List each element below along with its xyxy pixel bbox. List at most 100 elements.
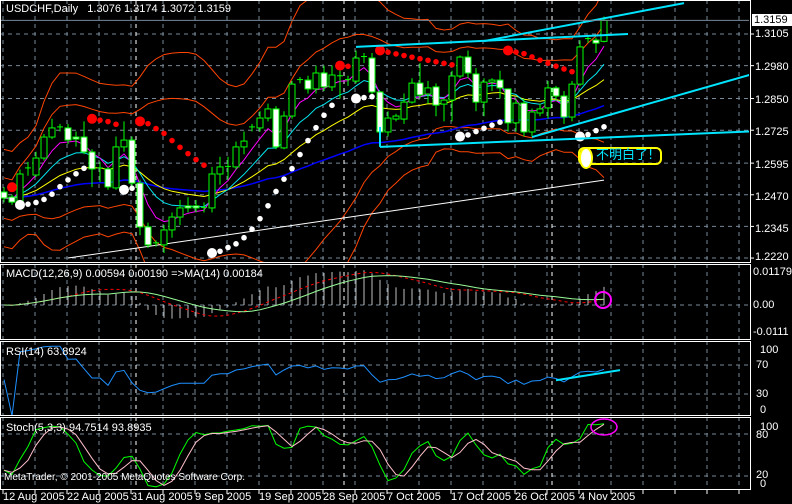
candle [32,151,40,178]
parabolic-sar-dot-down [553,63,559,69]
candle-body-bull [448,75,456,101]
candle [1,187,8,203]
parabolic-sar-dot-up [313,124,319,131]
candle [312,65,320,94]
candle [280,111,288,150]
parabolic-sar-dot-up [49,191,55,198]
parabolic-sar-dot-up [41,196,47,203]
parabolic-sar-dot-down [97,117,103,123]
candle-body-bull [208,173,216,209]
candle [361,52,367,64]
candle [48,118,56,140]
macd-tick: 0.00 [753,299,775,311]
annotation-oval-icon [579,147,593,169]
candle-body-bull [456,56,464,77]
parabolic-sar-dot-down [503,45,513,56]
parabolic-sar-dot-up [289,165,295,172]
date-label: 19 Sep 2005 [259,491,322,503]
moving-average-cyan [3,63,605,208]
parabolic-sar-dot-up [233,241,239,247]
ohlc-readout: 1.3076 1.3174 1.3072 1.3159 [87,3,232,15]
candle [504,88,512,132]
candle-body-bull [352,57,360,82]
candle [25,161,31,176]
candle-body-bull [216,166,224,175]
candle [112,136,120,190]
parabolic-sar-dot-up [575,131,585,142]
copyright-watermark: MetaTrader, © 2001-2005 MetaQuotes Softw… [4,472,246,483]
parabolic-sar-dot-up [369,93,375,100]
candle-body-bear [192,205,200,209]
candle [16,169,24,205]
rsi-tick: 100 [760,344,779,356]
symbol-timeframe: USDCHF,Daily [6,3,79,15]
main-frame [0,0,751,263]
candle [320,65,328,91]
parabolic-sar-dot-up [33,199,39,206]
candle-body-bear [368,57,376,93]
parabolic-sar-dot-up [129,185,135,192]
parabolic-sar-dot-up [361,94,367,101]
candle [464,50,472,79]
candle-body-bull [288,83,296,117]
parabolic-sar-dot-up [265,202,271,209]
candle-body-bull [32,157,40,176]
parabolic-sar-dot-up [455,131,465,142]
candle [400,93,408,124]
price-tick: 1.2220 [755,251,789,263]
parabolic-sar-dot-up [225,244,231,251]
candle [536,103,544,117]
parabolic-sar-dot-down [185,150,191,157]
candle-body-bull [528,111,536,133]
annotation-text: 不明白了! [596,148,654,163]
text-annotation[interactable]: 不明白了! [578,147,662,169]
parabolic-sar-dot-up [329,102,335,109]
parabolic-sar-dot-up [15,199,25,210]
candle [97,161,103,183]
parabolic-sar-dot-down [433,59,439,65]
candle-body-bull [424,87,432,95]
candle-body-bull [16,173,24,203]
candle [496,70,504,99]
date-label: 22 Aug 2005 [67,491,129,503]
candle [576,40,584,86]
parabolic-sar-dot-up [281,176,287,182]
parabolic-sar-dot-up [297,151,303,158]
date-label: 17 Oct 2005 [451,491,511,503]
parabolic-sar-dot-up [273,188,279,195]
candle [440,98,448,122]
candle-body-bull [232,146,240,168]
metatrader-chart-window: USDCHF,Daily 1.3076 1.3174 1.3072 1.3159… [0,0,792,504]
candle [448,70,456,122]
candle [592,37,600,53]
moving-average-magenta [3,45,605,223]
candle-body-bull [480,81,488,103]
candle-body-bull [576,46,584,85]
candle [40,134,48,161]
candle [384,111,392,137]
candle [304,75,312,94]
candle-body-bull [40,136,48,159]
date-label: 4 Nov 2005 [579,491,636,503]
parabolic-sar-dot-up [481,125,487,132]
candle [288,80,296,119]
parabolic-sar-dot-up [119,184,129,195]
parabolic-sar-dot-up [73,170,79,177]
candle [512,98,520,132]
candle [216,156,224,185]
rsi-line [3,345,605,415]
candle-body-bull [440,99,448,105]
moving-average-yellow [3,79,605,199]
bollinger-lower [3,126,605,262]
candle [568,80,576,122]
parabolic-sar-dot-down [417,55,423,62]
candle-body-bull [400,101,408,120]
candle [408,78,416,104]
rsi-header: RSI(14) 63.8924 [6,346,87,358]
candle-body-bull [512,102,520,124]
candle-body-bull [160,229,168,246]
candle [160,225,168,253]
candle-body-bull [176,207,184,218]
candle-body-bear [520,102,528,133]
candle [72,131,80,147]
